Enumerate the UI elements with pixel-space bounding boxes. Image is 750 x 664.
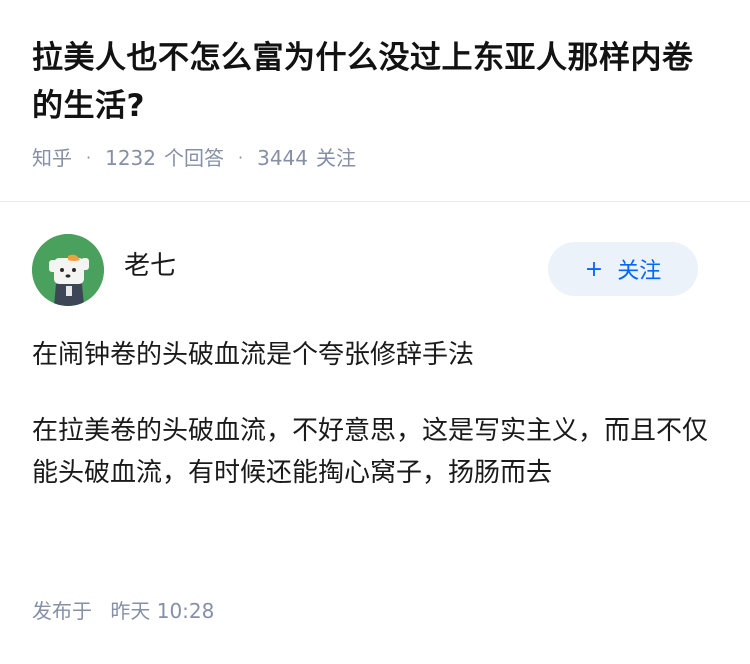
- question-title[interactable]: 拉美人也不怎么富为什么没过上东亚人那样内卷的生活?: [32, 34, 722, 130]
- follow-button-label: 关注: [617, 259, 662, 284]
- answer-paragraph: 在闹钟卷的头破血流是个夸张修辞手法: [32, 340, 475, 370]
- answer-card: 老七 + 关注 在闹钟卷的头破血流是个夸张修辞手法 在拉美卷的头破血流，不好意思…: [32, 232, 722, 528]
- follow-count-label: 关注: [316, 146, 356, 170]
- answer-count-label: 个回答: [164, 146, 224, 170]
- avatar[interactable]: [32, 234, 104, 306]
- source-label[interactable]: 知乎: [32, 144, 72, 172]
- publish-info: 发布于 昨天 10:28: [32, 597, 214, 625]
- publish-label: 发布于: [32, 599, 92, 623]
- answer-paragraph: 在拉美卷的头破血流，不好意思，这是写实主义，而且不仅能头破血流，有时候还能掏心窝…: [32, 416, 709, 488]
- divider: [0, 201, 750, 202]
- avatar-illustration-icon: [32, 234, 104, 306]
- author-row: 老七 + 关注: [32, 232, 722, 308]
- follow-count: 3444: [257, 146, 308, 170]
- answer-page: 拉美人也不怎么富为什么没过上东亚人那样内卷的生活? 知乎 · 1232 个回答 …: [0, 0, 750, 664]
- meta-separator: ·: [86, 148, 92, 167]
- meta-separator: ·: [238, 148, 244, 167]
- question-header: 拉美人也不怎么富为什么没过上东亚人那样内卷的生活? 知乎 · 1232 个回答 …: [0, 0, 750, 172]
- author-name[interactable]: 老七: [124, 245, 176, 282]
- question-meta: 知乎 · 1232 个回答 · 3444 关注: [32, 144, 718, 172]
- publish-time: 昨天 10:28: [110, 599, 215, 623]
- follow-button[interactable]: + 关注: [548, 242, 698, 296]
- answer-content: 在闹钟卷的头破血流是个夸张修辞手法 在拉美卷的头破血流，不好意思，这是写实主义，…: [32, 334, 722, 494]
- plus-icon: +: [584, 256, 604, 282]
- answer-count: 1232: [105, 146, 156, 170]
